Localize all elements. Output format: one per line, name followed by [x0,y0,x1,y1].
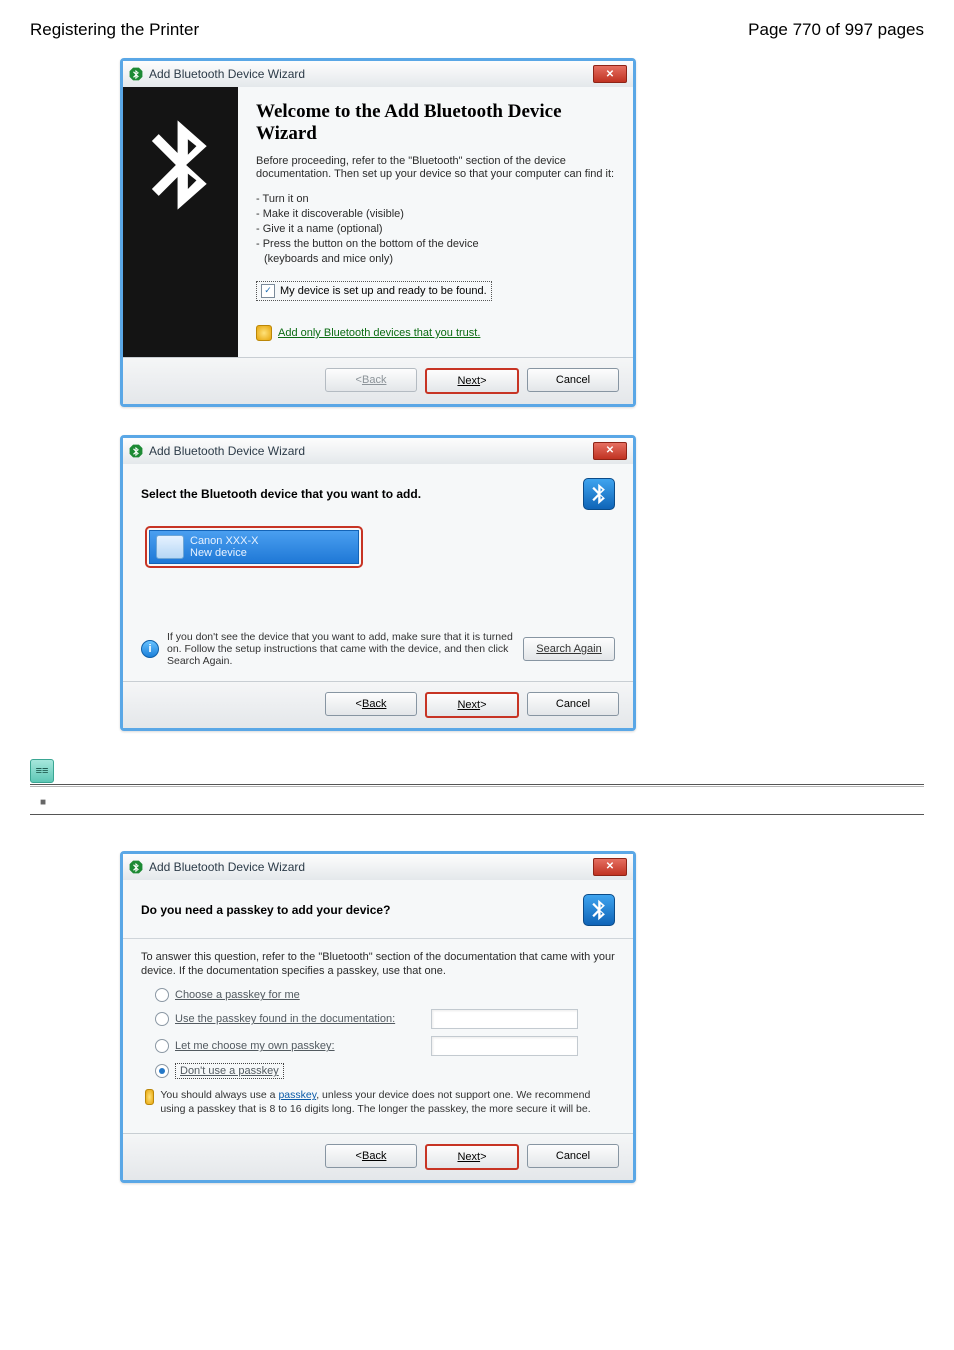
radio-icon [155,1039,169,1053]
radio-icon [155,1064,169,1078]
radio-icon [155,988,169,1002]
instruction-list: - Turn it on - Make it discoverable (vis… [256,192,615,266]
device-ready-checkbox-row[interactable]: ✓ My device is set up and ready to be fo… [256,281,492,301]
search-again-button[interactable]: Search Again [523,637,615,661]
next-button[interactable]: Next > [425,368,519,394]
bluetooth-icon [129,67,143,81]
bluetooth-icon [129,860,143,874]
doc-passkey-input[interactable] [431,1009,578,1029]
shield-icon [256,325,272,341]
bluetooth-icon [129,444,143,458]
info-icon: i [141,640,159,658]
intro-text: Before proceeding, refer to the "Bluetoo… [256,155,615,183]
passkey-link[interactable]: passkey [278,1089,316,1101]
step-heading: Do you need a passkey to add your device… [141,903,390,917]
wizard-step3-dialog: Add Bluetooth Device Wizard ✕ Do you nee… [120,851,636,1183]
radio-no-passkey[interactable]: Don't use a passkey [155,1063,615,1079]
passkey-intro: To answer this question, refer to the "B… [141,951,615,979]
close-icon[interactable]: ✕ [593,442,627,460]
close-icon[interactable]: ✕ [593,65,627,83]
close-icon[interactable]: ✕ [593,858,627,876]
shield-icon [145,1089,154,1105]
device-status: New device [190,547,258,559]
next-button[interactable]: Next > [425,1144,519,1170]
own-passkey-input[interactable] [431,1036,578,1056]
dialog-title: Add Bluetooth Device Wizard [149,444,305,458]
back-button: < Back [325,368,417,392]
radio-own-passkey[interactable]: Let me choose my own passkey: [155,1036,615,1056]
cancel-button[interactable]: Cancel [527,368,619,392]
wizard-step1-dialog: Add Bluetooth Device Wizard ✕ Welcome to… [120,58,636,407]
cancel-button[interactable]: Cancel [527,692,619,716]
bluetooth-badge-icon [583,478,615,510]
page-indicator: Page 770 of 997 pages [748,20,924,40]
back-button[interactable]: < Back [325,1144,417,1168]
radio-icon [155,1012,169,1026]
note-section: ≡≡ ■ [30,759,924,815]
dialog-title: Add Bluetooth Device Wizard [149,860,305,874]
note-icon: ≡≡ [30,759,54,783]
bluetooth-badge-icon [583,894,615,926]
info-text: If you don't see the device that you wan… [167,631,515,667]
wizard-heading: Welcome to the Add Bluetooth Device Wiza… [256,101,615,145]
passkey-warning: You should always use a passkey, unless … [160,1089,611,1116]
checkbox-icon: ✓ [261,284,275,298]
device-name: Canon XXX-X [190,535,258,547]
hero-graphic [123,87,238,357]
trust-link[interactable]: Add only Bluetooth devices that you trus… [256,325,615,341]
cancel-button[interactable]: Cancel [527,1144,619,1168]
back-button[interactable]: < Back [325,692,417,716]
printer-icon [156,535,184,559]
wizard-step2-dialog: Add Bluetooth Device Wizard ✕ Select the… [120,435,636,731]
page-title: Registering the Printer [30,20,199,40]
device-item-selected[interactable]: Canon XXX-X New device [145,526,363,568]
radio-choose-passkey[interactable]: Choose a passkey for me [155,988,615,1002]
step-heading: Select the Bluetooth device that you wan… [141,487,421,501]
radio-use-doc-passkey[interactable]: Use the passkey found in the documentati… [155,1009,615,1029]
dialog-title: Add Bluetooth Device Wizard [149,67,305,81]
next-button[interactable]: Next > [425,692,519,718]
note-bullet: ■ [40,797,924,808]
